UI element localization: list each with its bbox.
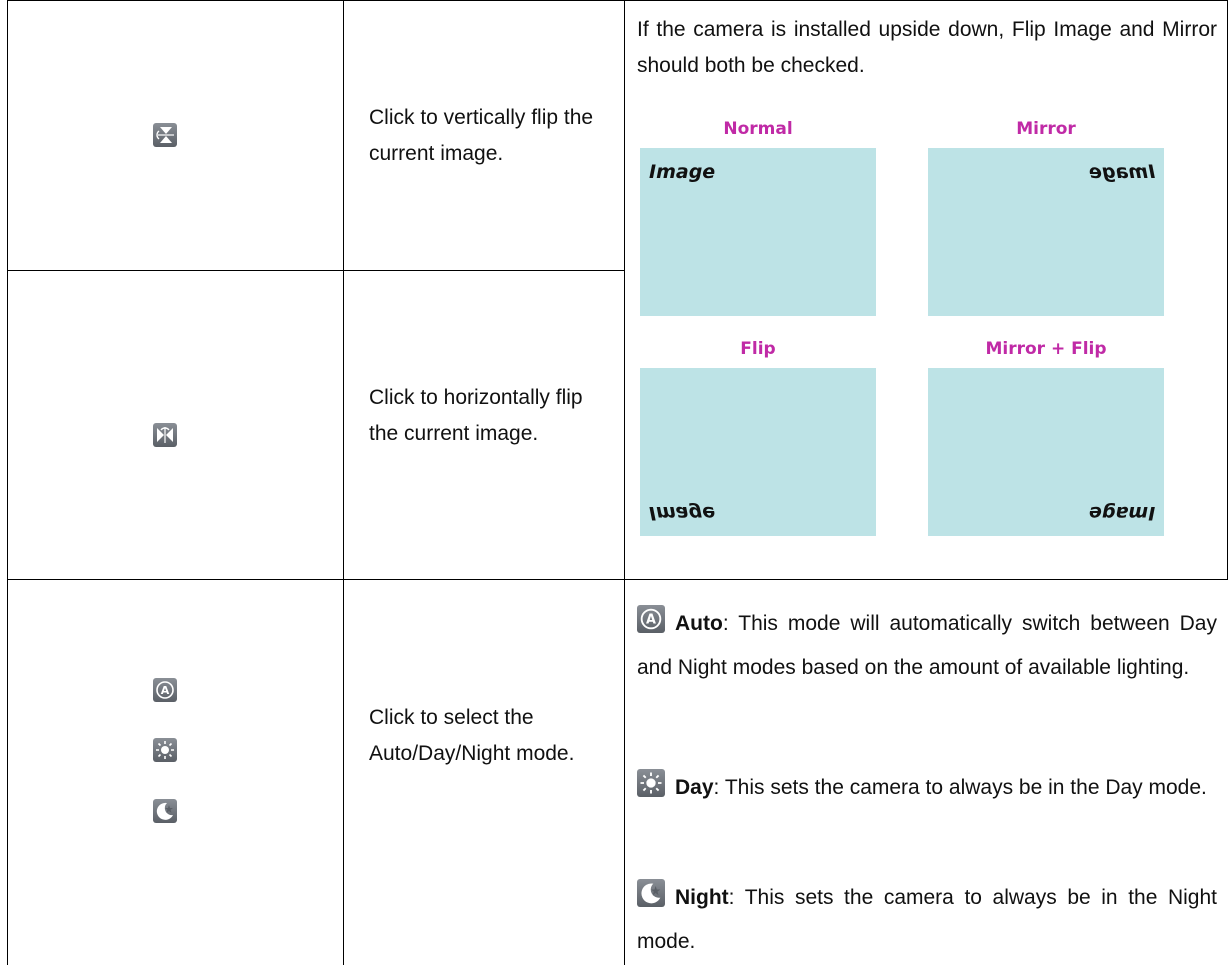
night-mode-icon	[153, 799, 177, 823]
table-column-divider-1	[343, 0, 344, 965]
vertical-flip-description: Click to vertically flip the current ima…	[369, 106, 594, 165]
table-top-border	[7, 0, 1228, 1]
svg-text:A: A	[161, 684, 170, 697]
day-mode-desc: : This sets the camera to always be in t…	[713, 776, 1207, 799]
mode-description: Click to select the Auto/Day/Night mode.	[369, 706, 575, 765]
day-mode-inline-icon	[637, 769, 665, 797]
normal-example: Image	[640, 148, 876, 316]
mirror-label: Mirror	[1016, 119, 1076, 139]
table-left-border	[7, 0, 8, 965]
table-right-border	[1227, 0, 1228, 580]
mirror-flip-image-word: Image	[1088, 502, 1155, 524]
night-mode-inline-icon	[637, 879, 665, 907]
mirror-example: Image	[928, 148, 1164, 316]
night-mode-name: Night	[675, 886, 729, 909]
day-mode-icon	[153, 738, 177, 762]
night-mode-text: Night: This sets the camera to always be…	[637, 876, 1217, 964]
auto-mode-name: Auto	[675, 612, 723, 635]
normal-image-word: Image	[649, 161, 716, 183]
auto-mode-icon: A	[153, 678, 177, 702]
normal-label: Normal	[723, 119, 793, 139]
flip-label: Flip	[740, 339, 776, 359]
day-mode-name: Day	[675, 776, 714, 799]
row-divider-1	[7, 270, 625, 271]
flip-note: If the camera is installed upside down, …	[637, 18, 1217, 77]
auto-mode-inline-icon: A	[637, 605, 665, 633]
auto-mode-text: A Auto: This mode will automatically swi…	[637, 602, 1217, 690]
svg-text:A: A	[646, 613, 656, 628]
horizontal-flip-icon	[153, 423, 177, 447]
day-mode-text: Day: This sets the camera to always be i…	[637, 766, 1217, 810]
mirror-image-word: Image	[1088, 161, 1155, 183]
row-divider-2	[7, 579, 1228, 580]
flip-example: Image	[640, 368, 876, 536]
vertical-flip-icon	[153, 123, 177, 147]
flip-image-word: Image	[649, 502, 716, 524]
mirror-flip-example: Image	[928, 368, 1164, 536]
mirror-flip-label: Mirror + Flip	[985, 339, 1107, 359]
horizontal-flip-description: Click to horizontally flip the current i…	[369, 386, 583, 445]
table-column-divider-2	[624, 0, 625, 965]
auto-mode-desc: : This mode will automatically switch be…	[637, 612, 1217, 679]
